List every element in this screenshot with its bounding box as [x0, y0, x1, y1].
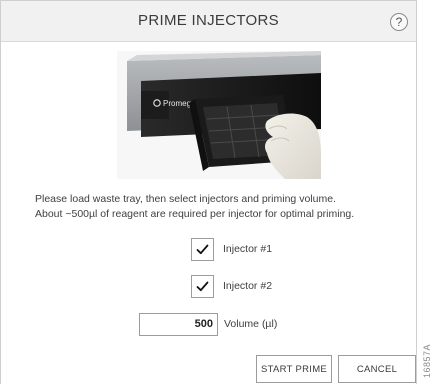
prime-injectors-dialog: PRIME INJECTORS ? Promega Please load wa… — [0, 0, 417, 384]
injector-2-row: Injector #2 — [191, 274, 272, 298]
instructions-line-2: About ~500µl of reagent are required per… — [35, 208, 355, 220]
instrument-photo: Promega — [117, 51, 321, 179]
figure-code: 16857A — [416, 338, 437, 384]
injector-1-row: Injector #1 — [191, 237, 272, 261]
checkmark-icon — [196, 244, 209, 254]
instrument-tray-photo-icon: Promega — [117, 51, 321, 179]
figure-code-text: 16857A — [422, 343, 432, 379]
volume-input[interactable] — [139, 312, 218, 336]
instructions-line-1: Please load waste tray, then select inje… — [35, 193, 336, 205]
instructions-text: Please load waste tray, then select inje… — [35, 192, 410, 222]
cancel-button[interactable]: CANCEL — [338, 355, 416, 383]
dialog-title: PRIME INJECTORS — [138, 12, 279, 29]
injector-1-label: Injector #1 — [223, 243, 273, 255]
injector-2-label: Injector #2 — [223, 280, 273, 292]
injector-2-checkbox[interactable] — [191, 274, 214, 298]
dialog-titlebar: PRIME INJECTORS ? — [1, 1, 416, 42]
checkmark-icon — [196, 281, 209, 291]
help-button[interactable]: ? — [390, 13, 408, 31]
volume-label: Volume (µl) — [224, 318, 278, 330]
injector-1-checkbox[interactable] — [191, 237, 214, 261]
volume-row: Volume (µl) — [139, 312, 277, 336]
start-prime-button[interactable]: START PRIME — [256, 355, 332, 383]
